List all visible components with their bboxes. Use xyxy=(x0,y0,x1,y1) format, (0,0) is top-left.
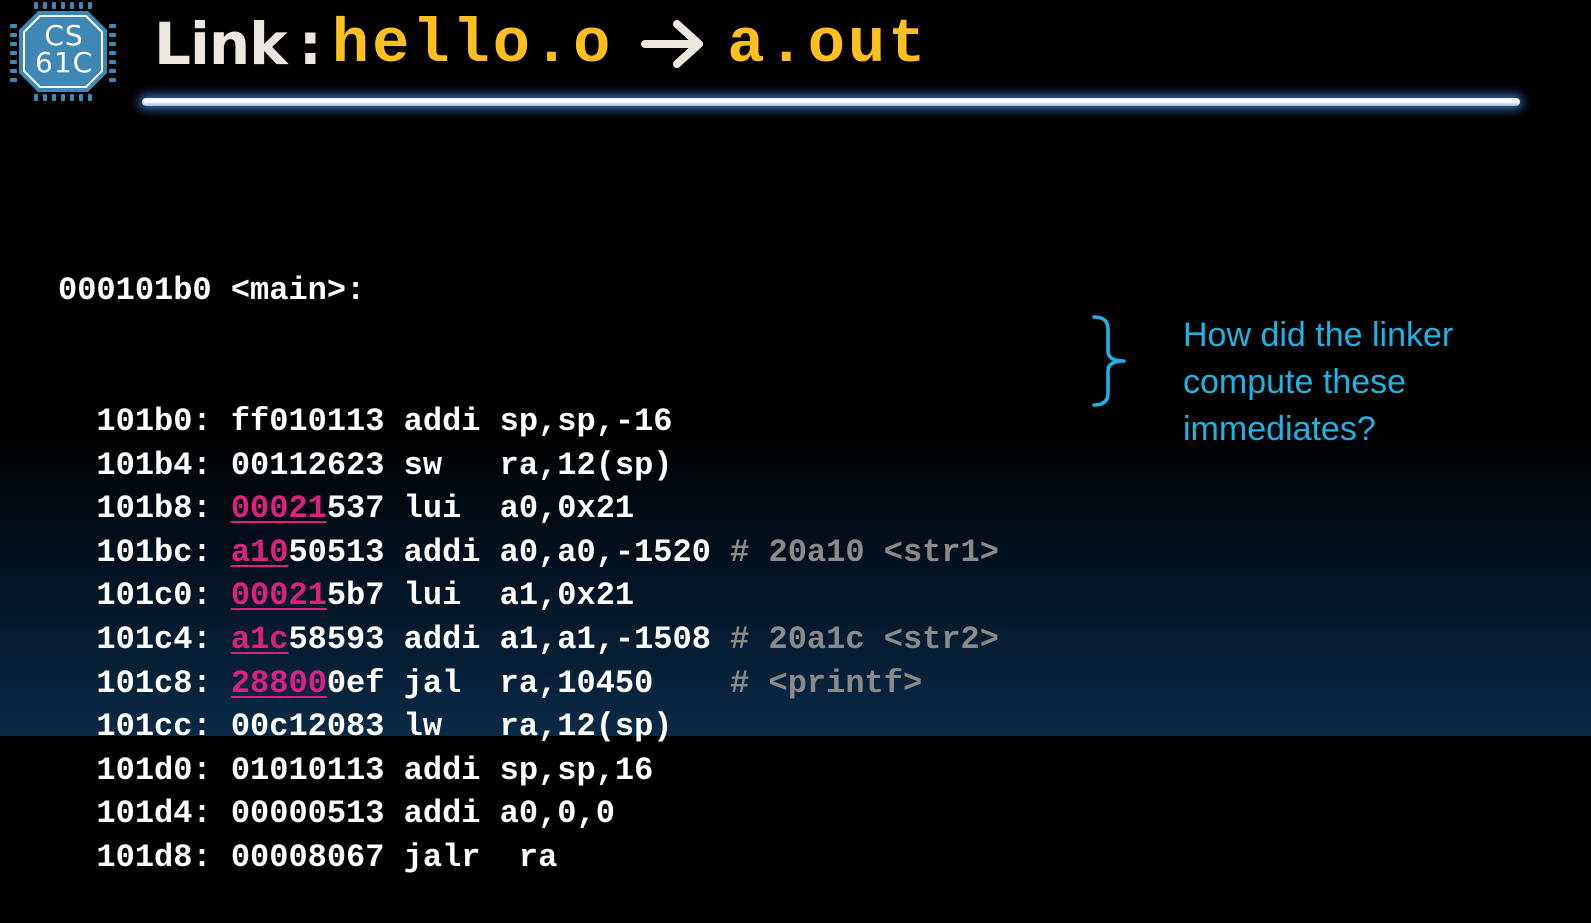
assembly-instruction: addi a0,a0,-1520 xyxy=(403,533,711,571)
symbol-comment: # 20a10 <str1> xyxy=(730,533,999,571)
machine-code: 537 xyxy=(326,490,385,528)
assembly-instruction: lui a1,0x21 xyxy=(403,577,635,615)
machine-code: 58593 xyxy=(288,620,385,658)
note-line-3: immediates? xyxy=(1183,410,1376,448)
assembly-instruction: lui a0,0x21 xyxy=(403,490,635,528)
title-colon: : xyxy=(298,10,322,78)
instruction-line: 101d8: 00008067 jalr ra xyxy=(58,836,999,880)
title-underline xyxy=(142,98,1520,106)
instruction-line: 101d0: 01010113 addi sp,sp,16 xyxy=(58,749,999,793)
machine-code: 01010113 xyxy=(230,751,385,789)
instruction-address: 101d0: xyxy=(96,751,212,789)
instruction-line: 101c0: 000215b7 lui a1,0x21 xyxy=(58,574,999,618)
instruction-line: 101c8: 288000ef jal ra,10450 # <printf> xyxy=(58,662,999,706)
instruction-address: 101b0: xyxy=(96,402,212,440)
disassembly-listing: 000101b0 <main>: 101b0: ff010113 addi sp… xyxy=(58,182,999,923)
relocated-immediate-bits: 00021 xyxy=(230,577,327,615)
machine-code: 00000513 xyxy=(230,795,385,833)
assembly-instruction: jalr ra xyxy=(403,838,558,876)
title-target-file: a.out xyxy=(727,8,929,80)
title-source-file: hello.o xyxy=(331,8,614,80)
linker-question: How did the linker compute these immedia… xyxy=(1183,312,1563,453)
instruction-address: 101c8: xyxy=(96,664,212,702)
instruction-address: 101bc: xyxy=(96,533,212,571)
logo-line-2: 61C xyxy=(35,46,94,79)
relocated-immediate-bits: a10 xyxy=(230,533,289,571)
instruction-line: 101b8: 00021537 lui a0,0x21 xyxy=(58,487,999,531)
arrow-right-icon xyxy=(641,19,707,69)
instruction-line: 101d4: 00000513 addi a0,0,0 xyxy=(58,792,999,836)
instruction-address: 101b8: xyxy=(96,490,212,528)
logo-label: CS 61C xyxy=(35,19,94,79)
instruction-address: 101d4: xyxy=(96,795,212,833)
right-curly-brace-icon xyxy=(1092,315,1132,407)
assembly-instruction: lw ra,12(sp) xyxy=(403,708,673,746)
assembly-instruction: addi sp,sp,-16 xyxy=(403,402,673,440)
function-header: 000101b0 <main>: xyxy=(58,272,366,310)
instruction-line: 101b4: 00112623 sw ra,12(sp) xyxy=(58,444,999,488)
cs61c-logo: CS 61C xyxy=(8,0,120,104)
assembly-instruction: addi a0,0,0 xyxy=(403,795,615,833)
instruction-address: 101d8: xyxy=(96,838,212,876)
relocated-immediate-bits: 00021 xyxy=(230,490,327,528)
machine-code: 50513 xyxy=(288,533,385,571)
note-line-2: compute these xyxy=(1183,363,1407,401)
instruction-address: 101b4: xyxy=(96,446,212,484)
symbol-comment: # 20a1c <str2> xyxy=(730,620,999,658)
instruction-line: 101cc: 00c12083 lw ra,12(sp) xyxy=(58,705,999,749)
title-word: Link xyxy=(154,10,288,78)
machine-code: 00008067 xyxy=(230,838,385,876)
assembly-instruction: addi a1,a1,-1508 xyxy=(403,620,711,658)
machine-code: 5b7 xyxy=(326,577,385,615)
instruction-line: 101b0: ff010113 addi sp,sp,-16 xyxy=(58,400,999,444)
machine-code: 00112623 xyxy=(230,446,385,484)
symbol-comment: # <printf> xyxy=(672,664,923,702)
note-line-1: How did the linker xyxy=(1183,316,1454,354)
logo-line-1: CS xyxy=(44,19,84,52)
machine-code: ff010113 xyxy=(230,402,385,440)
instruction-line: 101bc: a1050513 addi a0,a0,-1520 # 20a10… xyxy=(58,531,999,575)
machine-code: 00c12083 xyxy=(230,708,385,746)
instruction-line: 101c4: a1c58593 addi a1,a1,-1508 # 20a1c… xyxy=(58,618,999,662)
instruction-address: 101cc: xyxy=(96,708,212,746)
slide-title: Link : hello.o a.out xyxy=(154,6,928,82)
instruction-address: 101c0: xyxy=(96,577,212,615)
assembly-instruction: addi sp,sp,16 xyxy=(403,751,654,789)
assembly-instruction: sw ra,12(sp) xyxy=(403,446,673,484)
relocated-immediate-bits: a1c xyxy=(230,620,289,658)
assembly-instruction: jal ra,10450 xyxy=(403,664,654,702)
instruction-address: 101c4: xyxy=(96,620,212,658)
machine-code: 0ef xyxy=(326,664,385,702)
relocated-immediate-bits: 28800 xyxy=(230,664,327,702)
